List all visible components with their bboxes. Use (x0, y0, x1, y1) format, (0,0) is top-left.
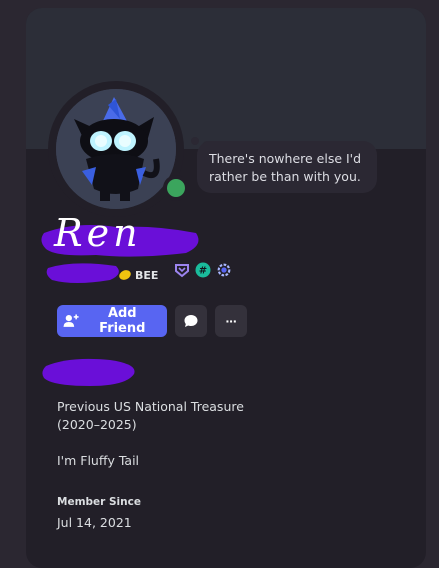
message-button[interactable] (175, 305, 207, 337)
add-friend-button[interactable]: Add Friend (57, 305, 167, 337)
svg-text:#: # (199, 266, 207, 277)
avatar[interactable] (56, 89, 176, 209)
bio-line: I'm Fluffy Tail (57, 453, 140, 468)
badge-list: # (174, 262, 232, 278)
avatar-frame[interactable] (48, 81, 189, 217)
more-options-button[interactable]: ··· (215, 305, 247, 337)
bio-text: Previous US National Treasure (2020–2025… (57, 398, 244, 434)
bio-section: Previous US National Treasure (2020–2025… (57, 398, 244, 488)
display-name: Ren (54, 211, 142, 255)
bio-line: Previous US National Treasure (57, 399, 244, 414)
profile-card: There's nowhere else I'd rather be than … (26, 8, 426, 568)
member-since-heading: Member Since (57, 496, 141, 508)
add-friend-label: Add Friend (99, 306, 146, 336)
profile-actions: Add Friend ··· (57, 305, 247, 337)
avatar-image (56, 89, 176, 209)
username-redaction (46, 263, 119, 283)
guild-tag[interactable]: BEE (118, 267, 158, 283)
hashtag-badge-icon[interactable]: # (195, 262, 211, 278)
chat-bubble-icon (184, 315, 198, 327)
online-status-icon (163, 175, 189, 201)
more-options-icon: ··· (225, 313, 238, 329)
bio-text: I'm Fluffy Tail (57, 452, 244, 470)
add-user-icon (63, 314, 79, 327)
member-since-date: Jul 14, 2021 (57, 515, 132, 530)
custom-status-bubble[interactable]: There's nowhere else I'd rather be than … (197, 141, 377, 193)
hypesquad-badge-icon[interactable] (174, 262, 190, 278)
quest-badge-icon[interactable] (216, 262, 232, 278)
status-bubble-tail (191, 137, 199, 145)
name-area: Ren (26, 203, 426, 293)
guild-tag-label: BEE (135, 268, 159, 282)
lemon-icon (119, 270, 131, 280)
bio-line: (2020–2025) (57, 417, 137, 432)
custom-status-text: There's nowhere else I'd rather be than … (209, 151, 362, 184)
pronouns-redaction (42, 358, 135, 386)
